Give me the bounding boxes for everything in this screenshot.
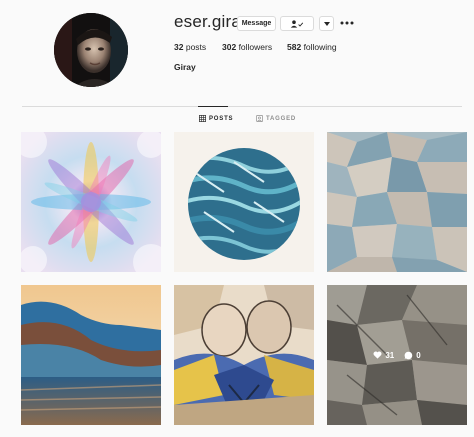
avatar[interactable] (54, 13, 128, 87)
following-label: following (303, 42, 337, 52)
heart-icon (373, 351, 382, 359)
tabs-divider (22, 106, 462, 107)
posts-count: 32 (174, 42, 184, 52)
full-name: Giray (174, 62, 196, 72)
comments-count: 0 (416, 350, 421, 360)
post-thumbnail-4[interactable] (21, 285, 161, 425)
likes-stat: 31 (373, 351, 394, 360)
comment-icon (404, 351, 413, 359)
tag-icon (256, 115, 263, 122)
followers-label: followers (238, 42, 273, 52)
grid-icon (199, 115, 206, 122)
person-check-icon (290, 19, 304, 28)
post-thumbnail-1[interactable] (21, 132, 161, 272)
more-options-button[interactable] (340, 16, 354, 30)
post-thumbnail-5[interactable] (174, 285, 314, 425)
followers-count: 302 (222, 42, 237, 52)
tab-posts-label: POSTS (209, 115, 234, 122)
following-count: 582 (287, 42, 302, 52)
posts-stat: 32 posts (174, 42, 206, 52)
likes-count: 31 (385, 350, 395, 360)
tab-tagged-label: TAGGED (266, 115, 297, 122)
tab-posts[interactable]: POSTS (199, 115, 233, 122)
more-icon (340, 21, 354, 25)
posts-label: posts (185, 42, 207, 52)
suggested-dropdown-button[interactable] (319, 16, 334, 31)
active-tab-indicator (198, 106, 228, 107)
post-thumbnail-3[interactable] (327, 132, 467, 272)
message-button[interactable]: Message (237, 16, 276, 31)
post-hover-overlay[interactable]: 31 0 (327, 285, 467, 425)
post-thumbnail-2[interactable] (174, 132, 314, 272)
post-thumbnail-6[interactable]: 31 0 (327, 285, 467, 425)
following-stat[interactable]: 582 following (287, 42, 337, 52)
chevron-down-icon (323, 21, 330, 26)
followers-stat[interactable]: 302 followers (222, 42, 272, 52)
tab-tagged[interactable]: TAGGED (256, 115, 296, 122)
comments-stat: 0 (404, 350, 421, 360)
following-toggle-button[interactable] (280, 16, 314, 31)
